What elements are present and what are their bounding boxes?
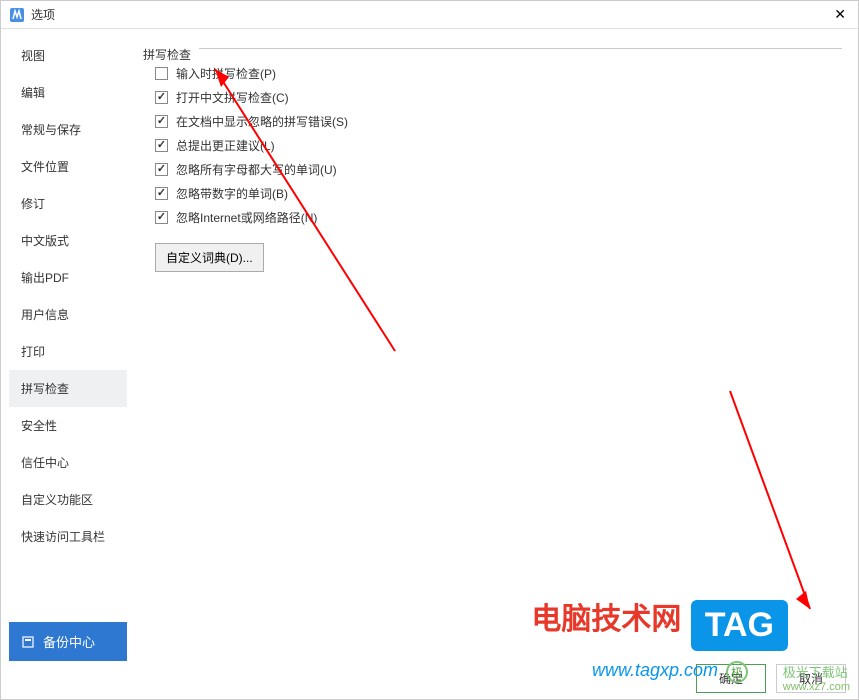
check-row-input-spellcheck: 输入时拼写检查(P) [155, 65, 842, 82]
sidebar-item-trust-center[interactable]: 信任中心 [9, 444, 127, 481]
checkbox-input-spellcheck[interactable] [155, 67, 168, 80]
sidebar-item-chinese-layout[interactable]: 中文版式 [9, 222, 127, 259]
checkbox-label: 忽略Internet或网络路径(N) [176, 209, 317, 226]
checkbox-label: 打开中文拼写检查(C) [176, 89, 289, 106]
sidebar-item-revision[interactable]: 修订 [9, 185, 127, 222]
ok-button[interactable]: 确定 [696, 664, 766, 693]
check-row-suggestions: 总提出更正建议(L) [155, 137, 842, 154]
dialog-footer: 确定 取消 [696, 664, 846, 693]
content-panel: 拼写检查 输入时拼写检查(P) 打开中文拼写检查(C) 在文档中显示忽略的拼写错… [135, 37, 850, 661]
close-icon[interactable]: ✕ [822, 2, 858, 27]
window-title: 选项 [31, 6, 55, 23]
checkbox-list: 输入时拼写检查(P) 打开中文拼写检查(C) 在文档中显示忽略的拼写错误(S) … [155, 65, 842, 226]
sidebar-item-file-location[interactable]: 文件位置 [9, 148, 127, 185]
app-icon [9, 7, 25, 23]
spellcheck-section: 拼写检查 输入时拼写检查(P) 打开中文拼写检查(C) 在文档中显示忽略的拼写错… [143, 48, 842, 272]
check-row-ignore-internet: 忽略Internet或网络路径(N) [155, 209, 842, 226]
sidebar-item-custom-ribbon[interactable]: 自定义功能区 [9, 481, 127, 518]
check-row-show-ignored: 在文档中显示忽略的拼写错误(S) [155, 113, 842, 130]
checkbox-label: 在文档中显示忽略的拼写错误(S) [176, 113, 348, 130]
titlebar: 选项 ✕ [1, 1, 858, 29]
check-row-ignore-numbers: 忽略带数字的单词(B) [155, 185, 842, 202]
sidebar-item-general-save[interactable]: 常规与保存 [9, 111, 127, 148]
checkbox-label: 输入时拼写检查(P) [176, 65, 276, 82]
backup-center-label: 备份中心 [43, 632, 95, 651]
checkbox-suggestions[interactable] [155, 139, 168, 152]
backup-center-button[interactable]: 备份中心 [9, 622, 127, 661]
custom-dictionary-button[interactable]: 自定义词典(D)... [155, 243, 264, 272]
backup-icon [21, 635, 35, 649]
check-row-chinese-spellcheck: 打开中文拼写检查(C) [155, 89, 842, 106]
section-title: 拼写检查 [143, 46, 197, 63]
checkbox-ignore-internet[interactable] [155, 211, 168, 224]
checkbox-label: 忽略所有字母都大写的单词(U) [176, 161, 337, 178]
sidebar-item-export-pdf[interactable]: 输出PDF [9, 259, 127, 296]
cancel-button[interactable]: 取消 [776, 664, 846, 693]
sidebar-item-security[interactable]: 安全性 [9, 407, 127, 444]
checkbox-show-ignored[interactable] [155, 115, 168, 128]
sidebar-item-print[interactable]: 打印 [9, 333, 127, 370]
annotation-arrow-bottom [700, 381, 820, 621]
sidebar: 视图 编辑 常规与保存 文件位置 修订 中文版式 输出PDF 用户信息 打印 拼… [9, 37, 127, 661]
checkbox-chinese-spellcheck[interactable] [155, 91, 168, 104]
sidebar-item-spellcheck[interactable]: 拼写检查 [9, 370, 127, 407]
sidebar-item-quick-access[interactable]: 快速访问工具栏 [9, 518, 127, 555]
checkbox-label: 总提出更正建议(L) [176, 137, 275, 154]
body: 视图 编辑 常规与保存 文件位置 修订 中文版式 输出PDF 用户信息 打印 拼… [1, 29, 858, 669]
checkbox-ignore-uppercase[interactable] [155, 163, 168, 176]
checkbox-ignore-numbers[interactable] [155, 187, 168, 200]
sidebar-item-user-info[interactable]: 用户信息 [9, 296, 127, 333]
check-row-ignore-uppercase: 忽略所有字母都大写的单词(U) [155, 161, 842, 178]
sidebar-item-edit[interactable]: 编辑 [9, 74, 127, 111]
checkbox-label: 忽略带数字的单词(B) [176, 185, 288, 202]
sidebar-item-view[interactable]: 视图 [9, 37, 127, 74]
